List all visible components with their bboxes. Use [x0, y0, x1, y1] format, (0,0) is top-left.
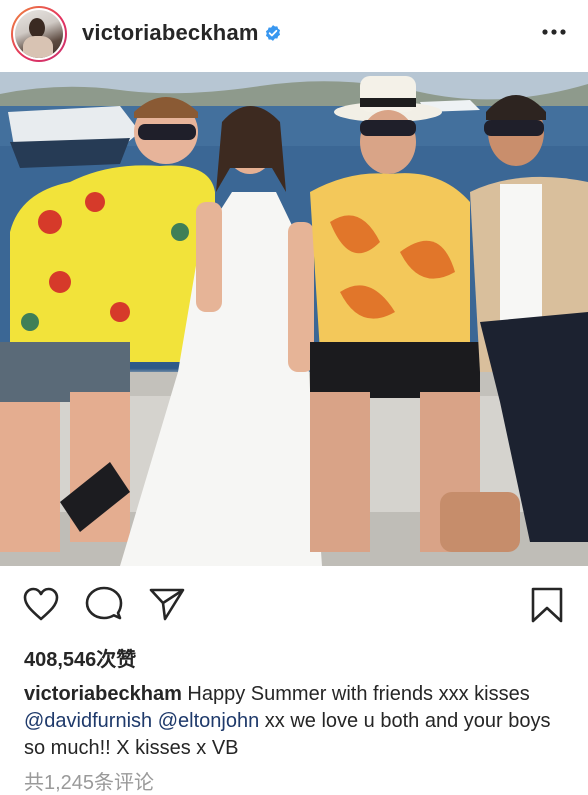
post-username[interactable]: victoriabeckham — [82, 20, 259, 46]
avatar-gap — [13, 8, 65, 60]
comment-icon[interactable] — [85, 586, 123, 622]
post-header: victoriabeckham — [0, 0, 588, 68]
post-caption: victoriabeckham Happy Summer with friend… — [24, 681, 572, 762]
avatar-story-ring[interactable] — [11, 6, 67, 62]
avatar-head-shape — [29, 18, 45, 38]
likes-count[interactable]: 408,546次赞 — [24, 643, 136, 672]
verified-badge-icon — [265, 25, 281, 41]
caption-mention-eltonjohn[interactable]: @eltonjohn — [158, 710, 259, 732]
send-icon[interactable] — [148, 586, 186, 622]
action-bar — [0, 584, 588, 628]
avatar-body-shape — [23, 36, 53, 58]
caption-text-1: Happy Summer with friends xxx kisses — [181, 683, 530, 705]
caption-mention-davidfurnish[interactable]: @davidfurnish — [24, 710, 152, 732]
view-comments-link[interactable]: 共1,245条评论 — [24, 766, 154, 795]
caption-username[interactable]: victoriabeckham — [24, 683, 182, 705]
avatar[interactable] — [15, 10, 63, 58]
post-photo[interactable] — [0, 72, 588, 566]
more-horizontal-icon[interactable] — [541, 22, 567, 42]
post-photo-illustration — [0, 72, 588, 566]
heart-icon[interactable] — [22, 586, 60, 622]
bookmark-icon[interactable] — [530, 586, 564, 624]
